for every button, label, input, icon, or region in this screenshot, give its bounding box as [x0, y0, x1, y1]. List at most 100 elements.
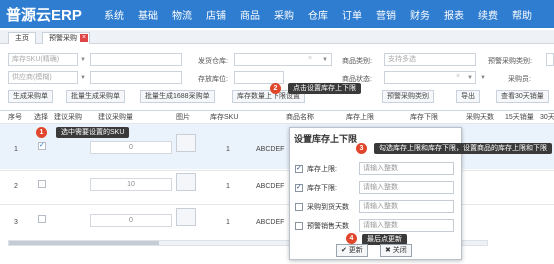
supplier-input[interactable]: 供应商(模糊) [8, 71, 78, 84]
warehouse-clear-icon[interactable]: × [308, 55, 312, 62]
status-select[interactable] [384, 71, 476, 84]
supplier-extra-input[interactable] [90, 71, 182, 84]
field-sales-days: 预警销售天数 请输入整数 [295, 219, 457, 233]
tab-home[interactable]: 主页 [8, 32, 36, 44]
field-stock-lower: 库存下限: 请输入整数 [295, 181, 457, 195]
nav-marketing[interactable]: 营销 [376, 7, 396, 22]
nav-reports[interactable]: 报表 [444, 7, 464, 22]
location-label: 存放库位: [198, 76, 228, 83]
col-suggest-qty[interactable]: 建议采购量 [98, 112, 133, 122]
stock-lower-label: 库存下限: [307, 185, 337, 192]
stock-upper-checkbox[interactable] [295, 164, 303, 173]
nav-base[interactable]: 基础 [138, 7, 158, 22]
col-sales15[interactable]: 15天销量 [505, 112, 534, 122]
product-image [176, 134, 196, 152]
stock-lower-input[interactable]: 请输入整数 [359, 181, 454, 194]
status-dropdown-icon[interactable]: ▼ [467, 75, 473, 81]
row-product-name: ABCDEF [256, 219, 285, 226]
row-checkbox[interactable] [38, 180, 46, 188]
warehouse-select[interactable] [234, 53, 332, 66]
step-badge-4: 4 [346, 233, 357, 244]
nav-help[interactable]: 帮助 [512, 7, 532, 22]
nav-warehouse[interactable]: 仓库 [308, 7, 328, 22]
warn-type-select[interactable] [546, 53, 554, 66]
sku-input[interactable]: 库存SKU(精确) [8, 53, 78, 66]
category-label: 商品类别: [342, 58, 372, 65]
dialog-title: 设置库存上下限 [294, 134, 358, 144]
create-po-button[interactable]: 生成采购单 [8, 90, 53, 103]
stock-upper-input[interactable]: 请输入整数 [359, 162, 454, 175]
col-image: 图片 [176, 114, 190, 121]
batch-create-po-button[interactable]: 批量生成采购单 [66, 90, 125, 103]
location-input[interactable] [234, 71, 284, 84]
arrival-days-input[interactable]: 请输入整数 [359, 200, 454, 213]
nav-finance[interactable]: 财务 [410, 7, 430, 22]
row-product-name: ABCDEF [256, 183, 285, 190]
nav-system[interactable]: 系统 [104, 7, 124, 22]
sku-dropdown-icon[interactable]: ▼ [80, 57, 86, 63]
tooltip-select-sku: 选中需要设置的SKU [56, 127, 130, 138]
row-checkbox[interactable] [38, 215, 46, 223]
tab-warning-purchase[interactable]: 预警采购 × [42, 32, 90, 44]
category-select[interactable]: 支持多选 [384, 53, 476, 66]
row-index: 1 [14, 146, 18, 153]
app-brand[interactable]: 普源云ERP [0, 4, 90, 25]
close-button[interactable]: ✖ 关闭 [380, 244, 412, 257]
tab-bar: 主页 预警采购 × [0, 30, 554, 44]
warehouse-dropdown-icon[interactable]: ▼ [322, 57, 328, 63]
suggest-qty-input[interactable]: 0 [90, 214, 172, 227]
row-stock-sku: 1 [226, 183, 230, 190]
arrival-days-label: 采购到货天数 [307, 204, 349, 211]
col-product-name[interactable]: 商品名称 [286, 112, 314, 122]
warn-type-button[interactable]: 预警采购类别 [382, 90, 434, 103]
buyer-label: 采购员: [508, 76, 531, 83]
suggest-qty-input[interactable]: 0 [90, 141, 172, 154]
top-navbar: 普源云ERP 系统 基础 物流 店铺 商品 采购 仓库 订单 营销 财务 报表 … [0, 0, 554, 28]
col-sales30[interactable]: 30天 [540, 112, 554, 122]
export-button[interactable]: 导出 [456, 90, 480, 103]
row-product-name: ABCDEF [256, 146, 285, 153]
arrival-days-checkbox[interactable] [295, 203, 303, 211]
stock-upper-label: 库存上限: [307, 166, 337, 173]
row-index: 2 [14, 183, 18, 190]
stock-lower-checkbox[interactable] [295, 183, 303, 192]
sales30-button[interactable]: 查看30天销量 [496, 90, 549, 103]
nav-renew[interactable]: 续费 [478, 7, 498, 22]
scrollbar-thumb[interactable] [9, 241, 159, 245]
status-clear-icon[interactable]: × [456, 73, 460, 80]
sales-days-label: 预警销售天数 [307, 223, 349, 230]
row-checkbox[interactable] [38, 141, 46, 150]
nav-products[interactable]: 商品 [240, 7, 260, 22]
status-extra-dropdown-icon[interactable]: ▼ [480, 75, 486, 81]
col-purchase-days[interactable]: 采购天数 [466, 112, 494, 122]
step-badge-3: 3 [356, 143, 367, 154]
col-select: 选择 [34, 114, 48, 121]
step-badge-2: 2 [270, 83, 281, 94]
warn-type-label: 预警采购类别: [488, 58, 532, 65]
nav-purchase[interactable]: 采购 [274, 7, 294, 22]
col-stock-upper[interactable]: 库存上限 [346, 112, 374, 122]
row-index: 3 [14, 219, 18, 226]
warehouse-label: 发货仓库: [198, 58, 228, 65]
product-image [176, 208, 196, 226]
col-suggest[interactable]: 建议采购 [54, 112, 82, 122]
batch-create-1688-button[interactable]: 批量生成1688采购单 [140, 90, 215, 103]
nav-store[interactable]: 店铺 [206, 7, 226, 22]
col-index: 序号 [8, 114, 22, 121]
supplier-dropdown-icon[interactable]: ▼ [80, 75, 86, 81]
sales-days-checkbox[interactable] [295, 222, 303, 230]
update-button[interactable]: ✔ 更新 [336, 244, 368, 257]
row-stock-sku: 1 [226, 219, 230, 226]
sku-extra-input[interactable] [90, 53, 182, 66]
tooltip-set-limits: 勾选库存上限和库存下限，设置商品的库存上限和下限 [374, 143, 552, 154]
product-image [176, 173, 196, 191]
row-stock-sku: 1 [226, 146, 230, 153]
col-stock-sku[interactable]: 库存SKU [210, 112, 238, 122]
field-stock-upper: 库存上限: 请输入整数 [295, 162, 457, 176]
nav-logistics[interactable]: 物流 [172, 7, 192, 22]
col-stock-lower[interactable]: 库存下限 [410, 112, 438, 122]
tab-close-icon[interactable]: × [80, 34, 88, 42]
sales-days-input[interactable]: 请输入整数 [359, 219, 454, 232]
nav-orders[interactable]: 订单 [342, 7, 362, 22]
suggest-qty-input[interactable]: 10 [90, 178, 172, 191]
